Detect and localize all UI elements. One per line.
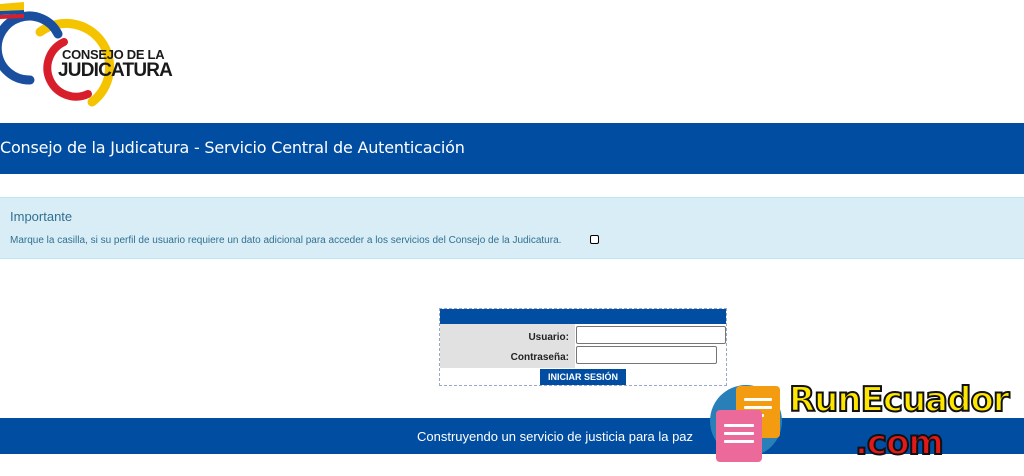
login-form-header <box>440 309 726 324</box>
consejo-judicatura-logo: CONSEJO DE LA JUDICATURA <box>0 2 180 114</box>
watermark-domain: .com <box>854 422 945 464</box>
important-notice: Importante Marque la casilla, si su perf… <box>0 197 1024 259</box>
page-title: Consejo de la Judicatura - Servicio Cent… <box>0 138 465 157</box>
username-label: Usuario: <box>528 332 569 343</box>
notice-title: Importante <box>10 209 73 224</box>
logo-line-2: JUDICATURA <box>58 60 173 81</box>
header-bar: Consejo de la Judicatura - Servicio Cent… <box>0 123 1024 174</box>
additional-data-checkbox[interactable] <box>590 235 599 244</box>
watermark-document-icon-2 <box>716 410 762 462</box>
login-form: Usuario: Contraseña: INICIAR SESIÓN <box>439 308 727 386</box>
footer-slogan: Construyendo un servicio de justicia par… <box>417 429 694 444</box>
login-button[interactable]: INICIAR SESIÓN <box>540 369 626 385</box>
login-labels-panel: Usuario: Contraseña: <box>440 324 575 368</box>
watermark-text: RunEcuador <box>788 379 1011 421</box>
notice-text: Marque la casilla, si su perfil de usuar… <box>10 235 562 246</box>
password-label: Contraseña: <box>510 352 569 363</box>
password-input[interactable] <box>576 346 717 364</box>
username-input[interactable] <box>576 326 726 344</box>
ecuador-flag-icon <box>0 2 24 19</box>
